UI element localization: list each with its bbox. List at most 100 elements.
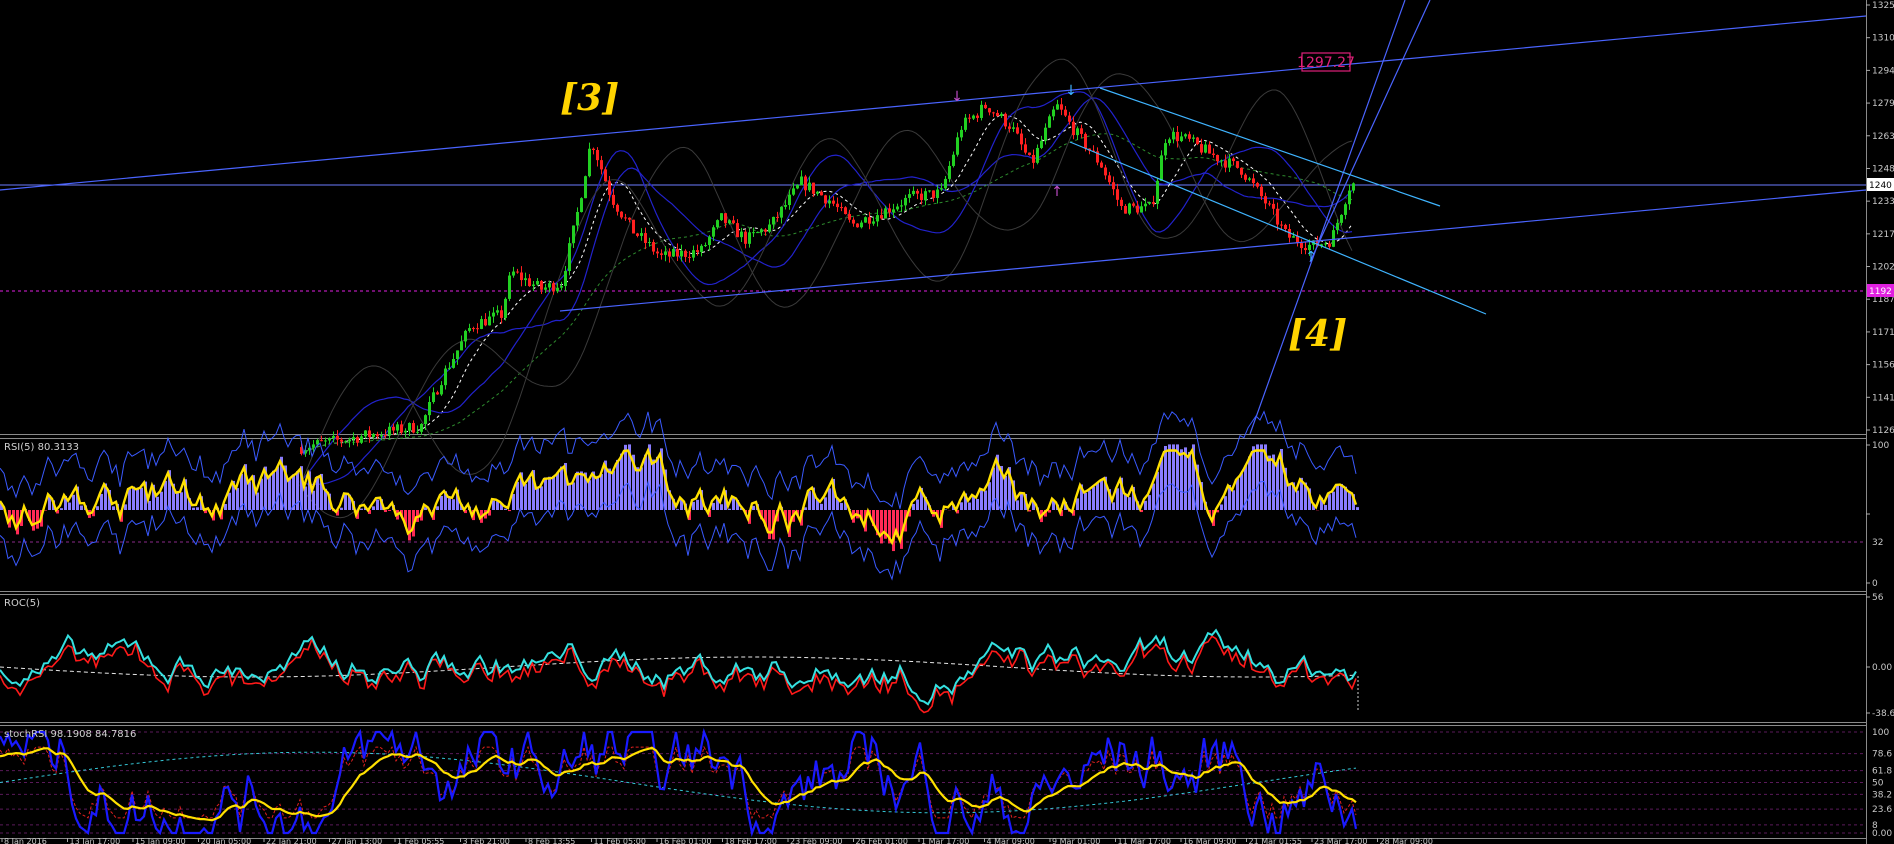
rsi-histogram-bar (492, 500, 495, 510)
time-axis-tick-label: 8 Feb 13:55 (528, 837, 575, 844)
time-axis-tick-label: 11 Feb 05:00 (594, 837, 646, 844)
roc-axis-tick-label: 56 (1872, 593, 1884, 603)
rsi-histogram-bar (1256, 444, 1259, 510)
time-axis-tick-label: 1 Mar 17:00 (921, 837, 969, 844)
candle-body (756, 232, 759, 234)
candle-body (488, 316, 491, 326)
rsi-histogram-bar (828, 488, 831, 510)
price-axis[interactable]: 1325131012941279126312481233121712021187… (1866, 1, 1894, 436)
rsi-histogram-bar (1288, 484, 1291, 510)
candle-body (776, 216, 779, 218)
candle-body (556, 287, 559, 292)
chart-canvas[interactable]: ↓ ↓ ↑ ↑ [3] [4] 1297.27 1325 1310 1294 1279… (0, 0, 1894, 844)
candle-body (836, 203, 839, 208)
roc-panel[interactable]: ROC(5) 56 0.00 -38.6 (0, 593, 1894, 719)
candle-body (1076, 128, 1079, 136)
candle-body (652, 242, 655, 252)
steep-line-b[interactable] (1309, 0, 1431, 263)
rsi-histogram-bar (560, 466, 563, 510)
moving-average-slow (299, 133, 1353, 454)
rsi-histogram-bar (984, 490, 987, 510)
candle-body (1300, 242, 1303, 249)
rsi-histogram-bar (312, 490, 315, 510)
rsi-axis-tick-label: 100 (1872, 441, 1889, 451)
candle-body (564, 270, 567, 287)
time-axis-tick-label: 4 Mar 09:00 (987, 837, 1035, 844)
time-axis-tick-label: 9 Mar 01:00 (1052, 837, 1100, 844)
price-axis-tick-label: 1325 (1872, 1, 1894, 11)
candle-body (1100, 162, 1103, 168)
candle-body (368, 430, 371, 437)
stochrsi-axis: 10078.661.85038.223.680.00 (1872, 728, 1892, 839)
candle-body (412, 423, 415, 433)
candle-body (1004, 113, 1007, 127)
candle-body (392, 426, 395, 431)
rsi-histogram-bar (376, 499, 379, 510)
stochrsi-axis-tick-label: 38.2 (1872, 790, 1892, 800)
candle-body (608, 181, 611, 195)
candle-body (816, 191, 819, 194)
candle-body (1212, 153, 1215, 155)
roc-axis-tick-label: -38.6 (1872, 709, 1894, 719)
candle-body (604, 169, 607, 182)
candle-body (1192, 137, 1195, 139)
rsi-histogram-bar (496, 501, 499, 510)
rsi-axis-tick-label: 32 (1872, 538, 1883, 548)
trendlines[interactable] (0, 0, 1867, 435)
candle-body (984, 104, 987, 109)
candlesticks (300, 98, 1355, 457)
rsi-histogram-bar (1076, 498, 1079, 510)
bollinger-upper (299, 91, 1353, 483)
price-panel[interactable]: ↓ ↓ ↑ ↑ [3] [4] 1297.27 1325 1310 1294 1279… (0, 0, 1894, 519)
rsi-histogram-bar (1112, 502, 1115, 510)
roc-axis: 56 0.00 -38.6 (1866, 593, 1894, 719)
rsi-histogram-bar (304, 486, 307, 510)
descending-channel-top[interactable] (1099, 87, 1441, 207)
candle-body (1164, 143, 1167, 156)
candle-body (560, 286, 563, 288)
rsi-histogram-bar (820, 503, 823, 510)
descending-channel-bottom[interactable] (1069, 141, 1487, 315)
candle-body (1124, 205, 1127, 214)
candle-body (628, 217, 631, 220)
price-axis-tick-label: 1217 (1872, 230, 1894, 240)
candle-body (1140, 206, 1143, 213)
rsi-histogram-bar (156, 496, 159, 510)
candle-body (732, 220, 735, 224)
candle-body (332, 435, 335, 439)
candle-body (892, 209, 895, 213)
candle-body (1104, 167, 1107, 176)
candle-body (884, 208, 887, 219)
candle-body (1228, 158, 1231, 168)
candle-body (324, 440, 327, 442)
candle-body (468, 328, 471, 331)
rsi-histogram-bar (768, 510, 771, 540)
rsi-histogram-bar (180, 492, 183, 510)
candle-body (788, 194, 791, 206)
lower-channel-line[interactable] (559, 189, 1867, 312)
candle-body (424, 415, 427, 425)
candle-body (372, 434, 375, 437)
rsi-histogram-bar (596, 476, 599, 510)
rsi-histogram-bar (160, 491, 163, 510)
rsi-histogram-bar (1356, 507, 1359, 510)
candle-body (1068, 115, 1071, 122)
candle-body (968, 117, 971, 119)
candle-body (1136, 205, 1139, 213)
candle-body (1348, 190, 1351, 205)
upper-channel-line[interactable] (0, 15, 1867, 191)
stochrsi-panel[interactable]: stochRSI 98.1908 84.7816 100 78.6 61.8 5038… (0, 728, 1892, 839)
candle-body (344, 441, 347, 443)
candle-body (420, 424, 423, 432)
rsi-histogram-bar (372, 506, 375, 510)
candle-body (936, 189, 939, 198)
rsi-histogram-bar (316, 476, 319, 510)
price-level-box[interactable]: 1297.27 (1297, 52, 1355, 72)
rsi-histogram-bar (1224, 496, 1227, 510)
candle-body (912, 190, 915, 195)
time-axis-tick-label: 13 Jan 17:00 (70, 837, 121, 844)
rsi-histogram-bar (96, 506, 99, 510)
rsi-histogram-bar (992, 467, 995, 510)
candle-body (1060, 104, 1063, 110)
candle-body (1168, 139, 1171, 144)
